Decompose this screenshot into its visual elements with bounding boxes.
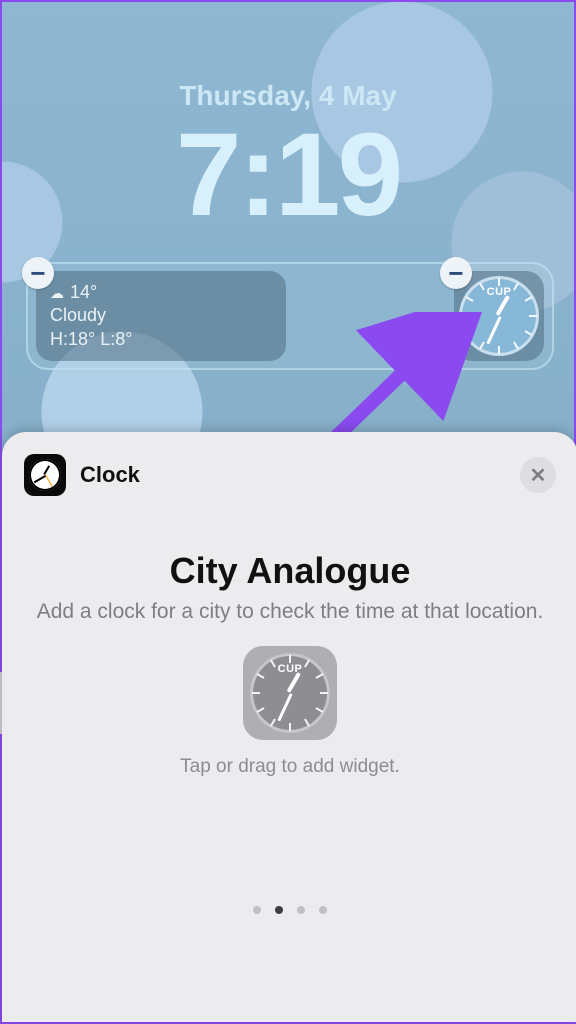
widget-title: City Analogue [24,550,556,592]
widget-picker-sheet: Clock ✕ City Analogue Add a clock for a … [2,432,576,1022]
sheet-app-title: Clock [80,462,140,488]
widget-preview[interactable]: CUP [243,646,337,740]
close-icon: ✕ [530,463,547,488]
weather-condition: Cloudy [50,304,272,327]
analog-clock-icon: CUP [250,653,330,733]
remove-widget-button[interactable]: − [22,257,54,289]
page-dot[interactable] [297,906,305,914]
city-clock-widget[interactable]: − CUP [454,271,544,361]
close-button[interactable]: ✕ [520,457,556,493]
cloud-icon: ☁︎ [50,284,64,302]
widget-slot-row[interactable]: − ☁︎ 14° Cloudy H:18° L:8° − CUP [26,262,554,370]
analog-clock-icon: CUP [459,276,539,356]
clock-app-icon [24,454,66,496]
page-dot[interactable] [319,906,327,914]
remove-widget-button[interactable]: − [440,257,472,289]
lock-screen-editor: Thursday, 4 May 7:19 − ☁︎ 14° Cloudy H:1… [0,0,576,1024]
add-widget-hint: Tap or drag to add widget. [24,756,556,778]
page-dot[interactable] [275,906,283,914]
page-indicator[interactable] [2,906,576,914]
weather-hilo: H:18° L:8° [50,328,272,351]
weather-temp: 14° [70,281,97,304]
widget-description: Add a clock for a city to check the time… [24,598,556,626]
clock-city-code: CUP [250,663,330,675]
page-dot[interactable] [253,906,261,914]
clock-city-code: CUP [459,286,539,298]
time-label[interactable]: 7:19 [2,107,574,243]
weather-widget[interactable]: − ☁︎ 14° Cloudy H:18° L:8° [36,271,286,361]
